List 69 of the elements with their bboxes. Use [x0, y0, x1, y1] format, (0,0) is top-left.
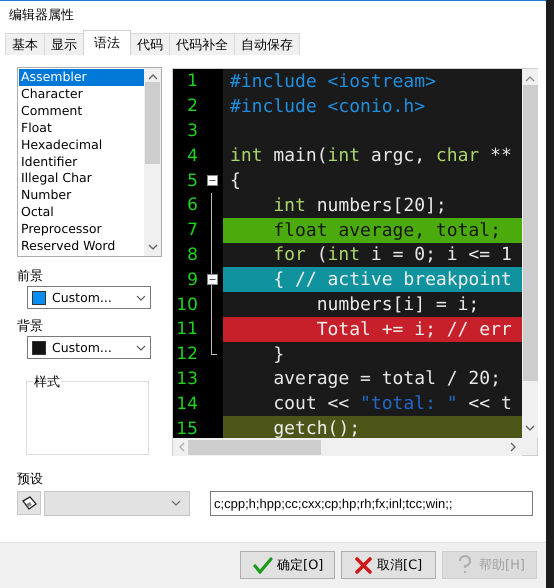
line-number: 6 [187, 195, 198, 216]
line-number: 5 [187, 170, 198, 191]
code-line: cout << "total: " << t [272, 393, 512, 414]
cross-icon [354, 556, 373, 574]
tab[interactable]: 代码补全 [169, 33, 235, 55]
tab[interactable]: 代码 [130, 33, 170, 55]
code-line: float average, total; [272, 220, 501, 241]
code-line: #include <iostream> [229, 70, 436, 92]
code-line: for (int i = 0; i <= 1 [272, 244, 512, 266]
tab[interactable]: 基本 [5, 33, 45, 55]
scroll-down-icon[interactable] [524, 424, 536, 432]
code-line: { [229, 170, 241, 192]
tab[interactable]: 显示 [44, 33, 84, 55]
scroll-right-icon[interactable] [509, 441, 517, 453]
code-line: #include <conio.h> [229, 96, 426, 117]
color-dropdown[interactable]: Custom... [27, 336, 151, 359]
collapse-icon[interactable] [206, 274, 218, 286]
list-item[interactable]: Identifier [19, 154, 144, 170]
code-line: { // active breakpoint [272, 269, 512, 290]
line-number: 15 [176, 418, 198, 438]
tab[interactable]: 自动保存 [234, 33, 300, 55]
code-line: Total += i; // err [316, 318, 512, 340]
line-number: 1 [187, 71, 198, 92]
code-line: numbers[i] = i; [316, 294, 480, 316]
code-line: getch(); [272, 418, 360, 438]
list-item[interactable]: Comment [19, 102, 144, 120]
line-number: 2 [187, 96, 198, 116]
scrollbar[interactable] [144, 68, 161, 256]
line-number: 11 [176, 319, 198, 340]
save-preset-button[interactable] [17, 491, 41, 515]
line-number: 12 [176, 344, 198, 364]
dialog-button[interactable]: 确定[O] [240, 551, 335, 579]
line-number: 13 [176, 368, 198, 389]
scroll-up-icon[interactable] [524, 75, 536, 83]
list-item[interactable]: Preprocessor [19, 221, 144, 238]
collapse-icon[interactable] [206, 175, 218, 186]
line-number: 8 [187, 244, 198, 265]
list-item[interactable]: Octal [19, 204, 144, 222]
line-number: 9 [187, 270, 198, 290]
list-item[interactable]: Number [19, 187, 144, 204]
scroll-up-icon[interactable] [146, 73, 158, 81]
line-number: 3 [187, 120, 198, 141]
list-item[interactable]: Reserved Word [19, 238, 144, 255]
tab[interactable]: 语法 [83, 30, 131, 55]
horizontal-scrollbar[interactable] [173, 438, 522, 456]
list-item[interactable]: Character [19, 86, 144, 103]
list-item[interactable]: Hexadecimal [19, 136, 144, 154]
code-line: average = total / 20; [272, 368, 501, 390]
group-label: 样式 [33, 373, 61, 391]
line-number: 10 [176, 294, 198, 315]
code-line: } [272, 344, 284, 365]
extensions-field[interactable]: c;cpp;h;hpp;cc;cxx;cp;hp;rh;fx;inl;tcc;win;; [210, 490, 533, 516]
vertical-scrollbar[interactable] [522, 69, 538, 438]
line-number: 7 [187, 220, 198, 240]
line-number: 14 [176, 394, 198, 414]
code-line: int main(int argc, char ** [229, 145, 512, 166]
color-label: 前景 [17, 268, 44, 286]
list-item[interactable]: Float [19, 120, 144, 137]
color-label: 背景 [17, 318, 44, 336]
dialog-button[interactable]: 取消[C] [341, 551, 436, 579]
code-line: int numbers[20]; [272, 194, 447, 216]
scroll-down-icon[interactable] [146, 243, 158, 251]
list-item[interactable]: Illegal Char [19, 170, 144, 188]
window-title: 编辑器属性 [9, 8, 74, 23]
checkmark-icon [253, 556, 273, 574]
line-number: 4 [187, 146, 198, 166]
list-item[interactable]: Assembler [19, 69, 144, 86]
color-dropdown[interactable]: Custom... [27, 286, 151, 309]
preset-label: 预设 [17, 471, 44, 489]
